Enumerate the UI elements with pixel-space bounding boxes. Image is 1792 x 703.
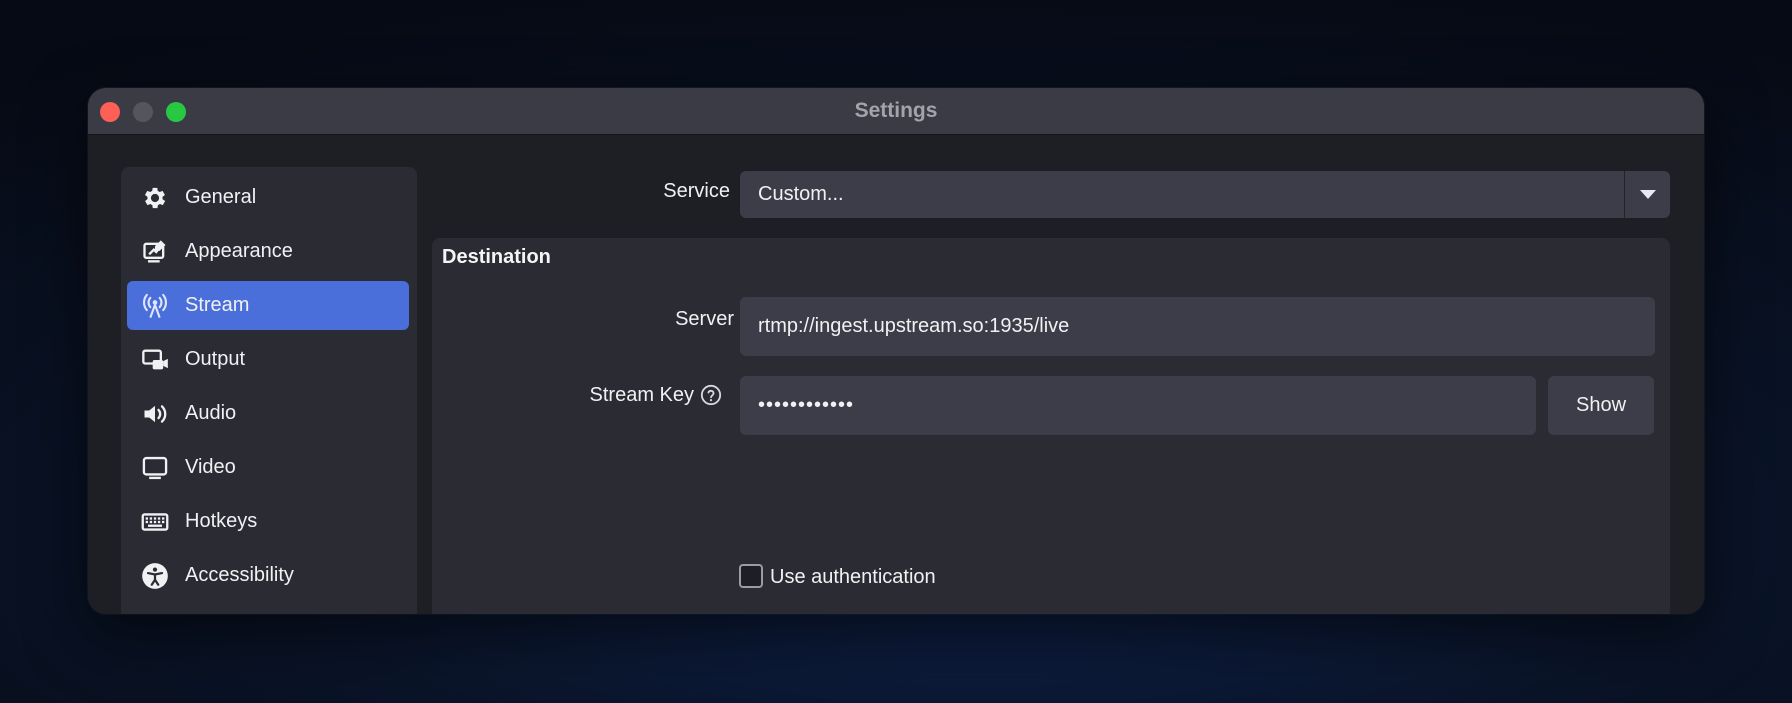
stream-key-input[interactable] <box>740 376 1536 435</box>
use-authentication-label[interactable]: Use authentication <box>770 564 936 590</box>
service-dropdown[interactable]: Custom... <box>740 171 1670 218</box>
sidebar-item-accessibility[interactable]: Accessibility <box>127 551 409 600</box>
output-icon <box>141 346 169 374</box>
destination-title: Destination <box>442 246 551 268</box>
title-bar[interactable]: Settings <box>88 88 1704 135</box>
sidebar-item-label: Video <box>185 456 236 478</box>
sidebar-item-stream[interactable]: Stream <box>127 281 409 330</box>
sidebar-item-label: Stream <box>185 294 250 316</box>
sidebar-item-appearance[interactable]: Appearance <box>127 227 409 276</box>
monitor-icon <box>141 454 169 482</box>
stream-key-label: Stream Key <box>589 384 694 406</box>
show-stream-key-button[interactable]: Show <box>1548 376 1654 435</box>
sidebar-item-video[interactable]: Video <box>127 443 409 492</box>
server-input[interactable] <box>740 297 1655 356</box>
sidebar-item-label: Accessibility <box>185 564 294 586</box>
settings-sidebar: General Appearance Stream Output Audio V… <box>121 167 417 614</box>
sidebar-item-hotkeys[interactable]: Hotkeys <box>127 497 409 546</box>
sidebar-item-label: Appearance <box>185 240 293 262</box>
server-label: Server <box>675 308 734 330</box>
sidebar-item-label: Audio <box>185 402 237 424</box>
sidebar-item-output[interactable]: Output <box>127 335 409 384</box>
window-title: Settings <box>854 99 938 122</box>
chevron-down-icon[interactable] <box>1640 190 1656 199</box>
speaker-icon <box>141 400 169 428</box>
antenna-icon <box>141 292 169 320</box>
sidebar-item-label: Hotkeys <box>185 510 258 532</box>
settings-window: Settings General Appearance Stream Outpu… <box>88 88 1704 614</box>
sidebar-item-label: General <box>185 186 257 208</box>
dropdown-divider <box>1624 171 1625 218</box>
keyboard-icon <box>141 508 169 536</box>
appearance-icon <box>141 238 169 266</box>
sidebar-item-label: Output <box>185 348 246 370</box>
sidebar-item-audio[interactable]: Audio <box>127 389 409 438</box>
service-label: Service <box>663 180 730 202</box>
use-authentication-checkbox[interactable] <box>739 564 763 588</box>
service-selected-value: Custom... <box>758 183 844 205</box>
accessibility-icon <box>141 562 169 590</box>
sidebar-item-general[interactable]: General <box>127 173 409 222</box>
help-icon[interactable] <box>700 384 722 406</box>
gear-icon <box>141 184 169 212</box>
